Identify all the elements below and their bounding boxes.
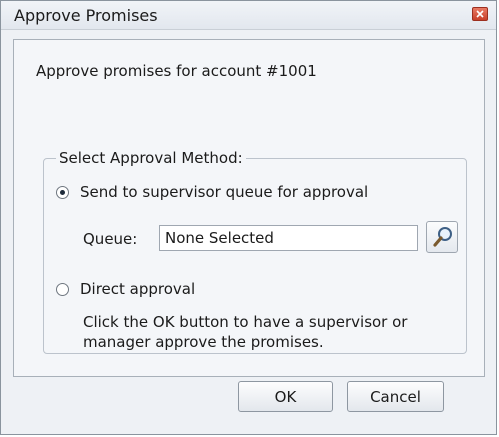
dialog-body: Approve promises for account #1001 Selec… <box>13 39 485 377</box>
direct-approval-help: Click the OK button to have a supervisor… <box>83 313 408 351</box>
account-prompt: Approve promises for account #1001 <box>36 62 317 80</box>
radio-button-unselected[interactable] <box>56 282 69 296</box>
cancel-button[interactable]: Cancel <box>347 381 444 412</box>
magnifier-icon <box>433 227 452 247</box>
radio-supervisor-queue[interactable]: Send to supervisor queue for approval <box>56 183 368 201</box>
radio-button-selected[interactable] <box>56 185 69 199</box>
close-icon <box>476 10 484 18</box>
radio-direct-approval[interactable]: Direct approval <box>56 280 195 298</box>
queue-field[interactable] <box>159 225 418 251</box>
title-bar: Approve Promises <box>1 1 496 30</box>
close-button[interactable] <box>472 7 488 21</box>
radio-direct-approval-label: Direct approval <box>80 280 196 298</box>
ok-button[interactable]: OK <box>238 381 333 412</box>
group-legend: Select Approval Method: <box>56 149 246 167</box>
approve-promises-dialog: Approve Promises Approve promises for ac… <box>0 0 497 435</box>
radio-supervisor-queue-label: Send to supervisor queue for approval <box>80 183 369 201</box>
queue-label: Queue: <box>83 230 138 248</box>
dialog-title: Approve Promises <box>14 6 158 25</box>
approval-method-group: Select Approval Method: Send to supervis… <box>43 149 467 354</box>
queue-lookup-button[interactable] <box>426 221 458 253</box>
